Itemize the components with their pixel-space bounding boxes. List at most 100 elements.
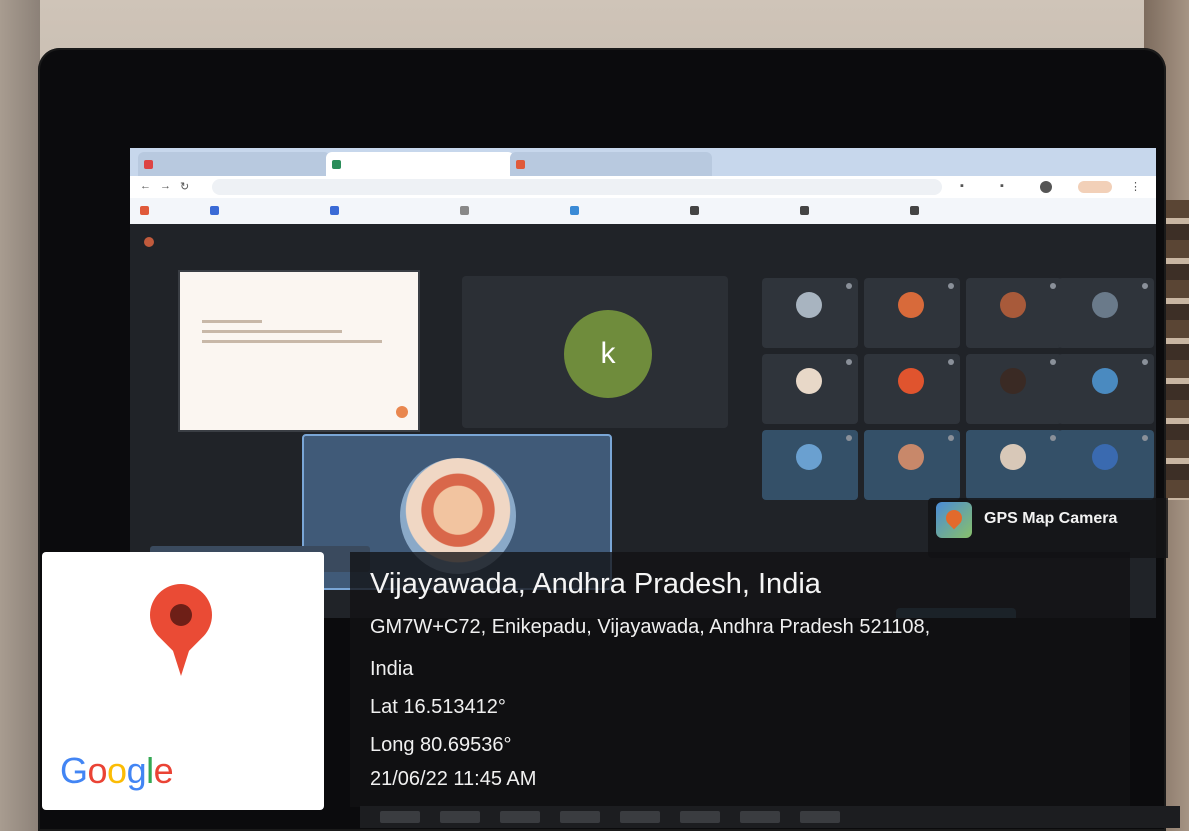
taskbar-icon[interactable] [560,811,600,823]
gps-map-camera-logo [936,502,972,538]
reload-icon[interactable]: ↻ [180,180,189,193]
location-title: Vijayawada, Andhra Pradesh, India [370,568,821,600]
mic-off-icon [1142,283,1148,289]
avatar [796,368,822,394]
os-taskbar [360,806,1180,828]
avatar: k [564,310,652,398]
google-logo-letter: o [87,750,108,791]
avatar [898,368,924,394]
avatar [1092,444,1118,470]
participant-tile[interactable] [966,354,1062,424]
address-line: India [370,658,414,680]
avatar [1092,368,1118,394]
slides-icon [516,160,525,170]
browser-tab-active[interactable] [326,152,514,176]
participant-tile[interactable] [966,430,1062,500]
shared-slide[interactable] [178,270,420,432]
avatar [898,292,924,318]
background-wall-left [0,0,40,831]
avatar [796,444,822,470]
participant-tile[interactable] [762,430,858,500]
update-button[interactable] [1078,181,1112,193]
mic-off-icon [846,359,852,365]
longitude-text: Long 80.69536° [370,734,512,756]
google-logo-letter: l [146,750,154,791]
menu-kebab-icon[interactable]: ⋮ [1130,180,1141,193]
google-logo-letter: e [153,750,174,791]
mic-off-icon [1142,359,1148,365]
mic-off-icon [948,435,954,441]
participant-tile-main[interactable]: k [462,276,728,428]
bookmark-item[interactable] [570,206,582,216]
participant-tile[interactable] [864,354,960,424]
participant-tile[interactable] [762,354,858,424]
extension-icon[interactable]: ▪ [1000,180,1004,192]
bookmark-item[interactable] [460,206,472,216]
taskbar-icon[interactable] [800,811,840,823]
participant-tile[interactable] [1058,430,1154,500]
taskbar-icon[interactable] [740,811,780,823]
participant-tile[interactable] [762,278,858,348]
presenting-banner [144,236,160,247]
timestamp-text: 21/06/22 11:45 AM [370,768,537,790]
slide-text-line [202,320,262,323]
mic-off-icon [1050,359,1056,365]
mic-off-icon [948,359,954,365]
browser-tab[interactable] [138,152,330,176]
participant-tile[interactable] [864,430,960,500]
taskbar-icon[interactable] [680,811,720,823]
google-logo-letter: g [126,750,147,791]
avatar [1000,292,1026,318]
bookmark-item[interactable] [210,206,222,216]
taskbar-icon[interactable] [500,811,540,823]
gps-app-name: GPS Map Camera [984,510,1118,527]
gmail-icon [144,160,153,170]
latitude-text: Lat 16.513412° [370,696,506,718]
avatar [1092,292,1118,318]
presenter-avatar-icon [144,236,154,247]
mic-off-icon [1142,435,1148,441]
map-pin-center [170,604,192,626]
google-logo-letter: o [107,750,127,791]
bookmark-item[interactable] [910,206,922,216]
bookmark-item[interactable] [690,206,702,216]
browser-tab[interactable] [510,152,712,176]
taskbar-icon[interactable] [440,811,480,823]
map-thumbnail: Google [42,552,324,810]
participant-tile[interactable] [1058,278,1154,348]
browser-tab-bar [130,148,1156,176]
location-pin-icon [942,506,966,530]
slide-text-line [202,330,342,333]
back-icon[interactable]: ← [140,180,151,192]
taskbar-icon[interactable] [380,811,420,823]
avatar [796,292,822,318]
url-input[interactable] [212,179,942,195]
mic-off-icon [1050,435,1056,441]
google-logo: Google [60,750,174,792]
meet-icon [332,160,341,170]
forward-icon[interactable]: → [160,180,171,192]
slide-text-line [202,340,382,343]
avatar [898,444,924,470]
bookmark-item[interactable] [140,206,152,216]
gps-info-panel: Vijayawada, Andhra Pradesh, India GM7W+C… [350,552,1130,807]
mic-off-icon [1050,283,1056,289]
taskbar-icon[interactable] [620,811,660,823]
participant-tile[interactable] [864,278,960,348]
avatar [1000,444,1026,470]
map-pin-tip [167,632,195,676]
slide-accent-dot [396,406,408,418]
bookmark-item[interactable] [330,206,342,216]
bookmarks-bar [130,198,1156,225]
participant-tile[interactable] [966,278,1062,348]
participant-tile[interactable] [1058,354,1154,424]
gps-app-badge: GPS Map Camera [928,498,1168,558]
google-logo-letter: G [60,750,88,791]
bookmark-item[interactable] [800,206,812,216]
profile-avatar[interactable] [1040,181,1052,193]
mic-off-icon [846,283,852,289]
browser-address-bar: ← → ↻ ▪ ▪ ⋮ [130,176,1156,198]
extension-icon[interactable]: ▪ [960,180,964,192]
mic-off-icon [948,283,954,289]
mic-off-icon [846,435,852,441]
